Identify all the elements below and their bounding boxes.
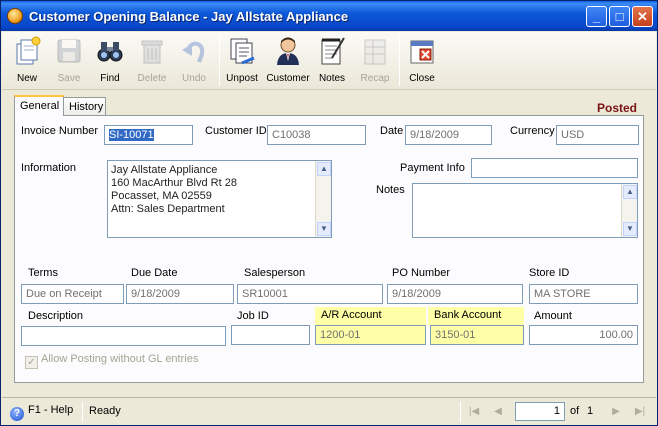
allow-posting-checkbox[interactable]: ✓ Allow Posting without GL entries <box>25 353 198 369</box>
information-line: 160 MacArthur Blvd Rt 28 <box>111 177 237 189</box>
job-id-label: Job ID <box>237 310 269 322</box>
previous-page-icon[interactable]: ◀ <box>490 404 506 420</box>
terms-label: Terms <box>28 267 58 279</box>
bank-account-label: Bank Account <box>428 307 524 325</box>
tab-general-label: General <box>20 100 60 112</box>
salesperson-field[interactable]: SR10001 <box>237 284 383 304</box>
close-x-icon: ✕ <box>637 9 648 24</box>
description-label: Description <box>28 310 84 322</box>
scroll-down-icon[interactable]: ▼ <box>317 222 331 236</box>
due-date-field[interactable]: 9/18/2009 <box>126 284 234 304</box>
scroll-down-icon[interactable]: ▼ <box>623 222 637 236</box>
title-bar[interactable]: Customer Opening Balance - Jay Allstate … <box>1 1 657 31</box>
terms-field[interactable]: Due on Receipt <box>21 284 124 304</box>
close-button[interactable]: Close <box>400 34 444 88</box>
amount-field[interactable]: 100.00 <box>529 325 638 345</box>
information-line: Attn: Sales Department <box>111 203 225 215</box>
next-page-icon[interactable]: ▶ <box>608 404 624 420</box>
ar-account-field[interactable]: 1200-01 <box>315 325 426 345</box>
store-id-field[interactable]: MA STORE <box>529 284 638 304</box>
help-icon: ? <box>10 407 24 421</box>
currency-field[interactable]: USD <box>556 125 639 145</box>
notes-button[interactable]: Notes <box>310 34 354 88</box>
status-divider <box>460 402 461 422</box>
ar-account-label: A/R Account <box>315 307 426 325</box>
date-label: Date <box>380 125 404 137</box>
undo-button[interactable]: Undo <box>172 34 216 88</box>
maximize-icon: □ <box>615 9 624 24</box>
information-line: Jay Allstate Appliance <box>111 164 218 176</box>
close-window-button[interactable]: ✕ <box>632 6 653 27</box>
toolbar: New Save Find Delete Undo Unpost Custome… <box>2 32 656 90</box>
checkmark-icon: ✓ <box>25 356 38 369</box>
new-document-icon <box>16 36 41 65</box>
undo-label: Undo <box>182 73 206 84</box>
information-scrollbar[interactable]: ▲ ▼ <box>315 161 331 237</box>
status-text: Ready <box>89 405 121 417</box>
maximize-button[interactable]: □ <box>609 6 630 27</box>
allow-posting-label: Allow Posting without GL entries <box>41 353 199 365</box>
window-title: Customer Opening Balance - Jay Allstate … <box>29 9 349 24</box>
po-number-field[interactable]: 9/18/2009 <box>387 284 523 304</box>
description-field[interactable] <box>21 326 226 346</box>
recap-button[interactable]: Recap <box>353 34 397 88</box>
binoculars-icon <box>97 42 123 62</box>
payment-info-field[interactable] <box>471 158 638 178</box>
store-id-label: Store ID <box>529 267 570 279</box>
information-line: Pocasset, MA 02559 <box>111 190 212 202</box>
unpost-button[interactable]: Unpost <box>220 34 264 88</box>
currency-label: Currency <box>510 125 555 137</box>
due-date-label: Due Date <box>131 267 178 279</box>
recap-icon <box>364 39 386 65</box>
tab-history[interactable]: History <box>63 97 106 116</box>
close-label: Close <box>409 73 435 84</box>
unpost-label: Unpost <box>226 73 258 84</box>
customer-id-field[interactable]: C10038 <box>267 125 366 145</box>
status-bar: ? F1 - Help Ready |◀ ◀ 1 of 1 ▶ ▶| <box>2 397 656 425</box>
customer-id-label: Customer ID <box>205 125 267 137</box>
notes-memo[interactable]: ▲ ▼ <box>412 183 638 238</box>
payment-info-label: Payment Info <box>400 162 465 174</box>
job-id-field[interactable] <box>231 325 310 345</box>
help-button[interactable]: ? F1 - Help <box>10 404 73 421</box>
help-label: F1 - Help <box>28 404 74 416</box>
trash-icon <box>141 40 163 64</box>
posted-status: Posted <box>596 101 637 115</box>
of-label: of <box>570 405 580 417</box>
minimize-icon: _ <box>592 9 601 24</box>
tab-general[interactable]: General <box>14 95 64 116</box>
po-number-label: PO Number <box>392 267 451 279</box>
page-number-input[interactable]: 1 <box>515 402 565 421</box>
notes-label-field: Notes <box>376 184 405 196</box>
date-field[interactable]: 9/18/2009 <box>405 125 492 145</box>
undo-arrow-icon <box>182 41 205 63</box>
amount-label: Amount <box>534 310 572 322</box>
last-page-icon[interactable]: ▶| <box>632 404 648 420</box>
close-icon <box>410 40 434 64</box>
unpost-icon <box>230 38 255 65</box>
bank-account-field[interactable]: 3150-01 <box>430 325 524 345</box>
notes-scrollbar[interactable]: ▲ ▼ <box>621 184 637 237</box>
information-memo[interactable]: Jay Allstate Appliance 160 MacArthur Blv… <box>107 160 332 238</box>
invoice-number-label: Invoice Number <box>21 125 99 137</box>
customer-button[interactable]: Customer <box>266 34 310 88</box>
scroll-up-icon[interactable]: ▲ <box>317 162 331 176</box>
floppy-disk-icon <box>57 39 81 63</box>
customer-opening-balance-window: Customer Opening Balance - Jay Allstate … <box>0 0 658 426</box>
invoice-number-value: SI-10071 <box>109 129 154 141</box>
scroll-up-icon[interactable]: ▲ <box>623 185 637 199</box>
notepad-icon <box>321 37 345 65</box>
status-divider <box>82 402 83 422</box>
tab-history-label: History <box>69 101 104 113</box>
notes-text <box>413 184 637 197</box>
information-label: Information <box>21 162 77 174</box>
total-pages: 1 <box>587 405 594 417</box>
person-icon <box>277 37 299 65</box>
app-icon <box>7 8 23 24</box>
invoice-number-field[interactable]: SI-10071 <box>104 125 193 145</box>
salesperson-label: Salesperson <box>244 267 306 279</box>
minimize-button[interactable]: _ <box>586 6 607 27</box>
first-page-icon[interactable]: |◀ <box>466 404 482 420</box>
recap-label: Recap <box>360 73 390 84</box>
